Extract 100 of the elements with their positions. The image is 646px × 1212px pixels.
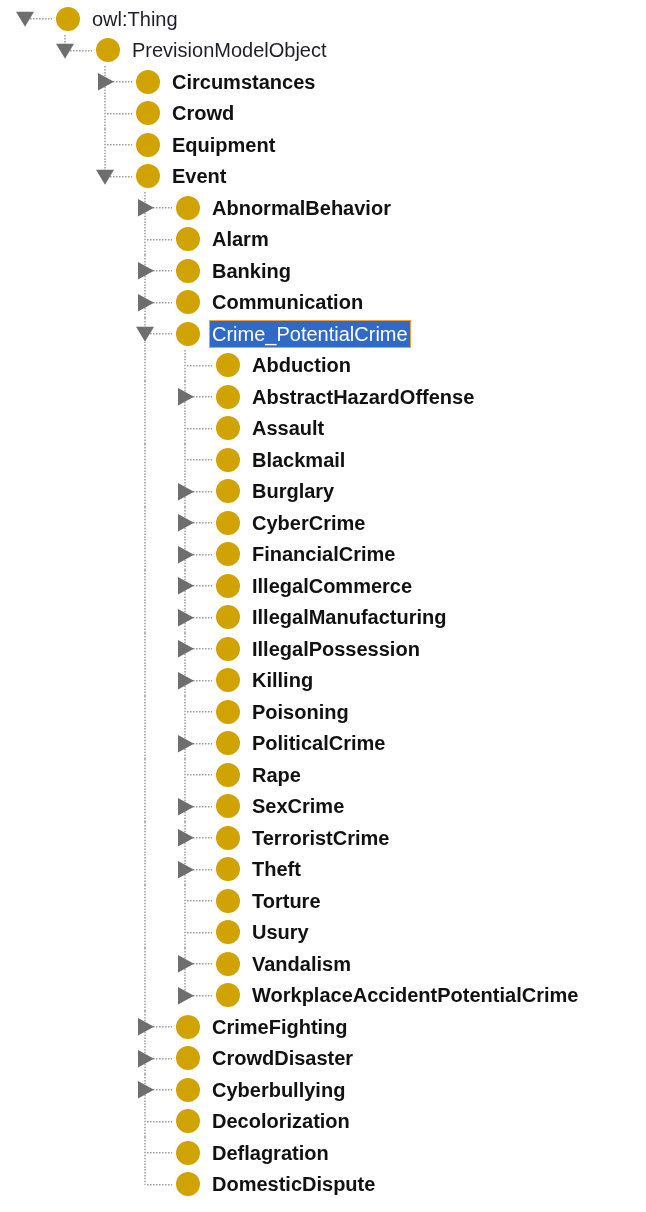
expand-toggle-icon[interactable] xyxy=(178,639,194,658)
class-tree-item[interactable]: Killing xyxy=(249,666,317,695)
class-icon xyxy=(176,195,200,220)
class-tree-item[interactable]: Crime_PotentialCrime xyxy=(209,319,411,348)
class-icon xyxy=(176,290,200,315)
class-icon xyxy=(216,699,240,724)
expand-toggle-icon[interactable] xyxy=(98,72,114,91)
class-icon xyxy=(216,825,240,850)
class-tree-item[interactable]: Alarm xyxy=(209,225,272,254)
class-tree-item[interactable]: SexCrime xyxy=(249,792,348,821)
class-icon xyxy=(136,164,160,189)
class-tree-item[interactable]: Theft xyxy=(249,855,304,884)
class-tree-item[interactable]: Rape xyxy=(249,760,304,789)
class-tree-item[interactable]: CyberCrime xyxy=(249,508,369,537)
class-icon xyxy=(176,1109,200,1134)
class-icon xyxy=(136,132,160,157)
expand-toggle-icon[interactable] xyxy=(138,293,154,312)
class-icon xyxy=(216,605,240,630)
class-tree-item[interactable]: PrevisionModelObject xyxy=(129,36,330,65)
expand-toggle-icon[interactable] xyxy=(138,1017,154,1036)
collapse-toggle-icon[interactable] xyxy=(136,326,154,342)
class-tree-item[interactable]: CrimeFighting xyxy=(209,1012,351,1041)
class-tree-item[interactable]: Event xyxy=(169,162,230,191)
class-tree-item[interactable]: Abduction xyxy=(249,351,354,380)
class-tree-item[interactable]: WorkplaceAccidentPotentialCrime xyxy=(249,981,582,1010)
class-tree-item[interactable]: Torture xyxy=(249,886,324,915)
tree-connector-drawing xyxy=(144,633,213,665)
expand-toggle-icon[interactable] xyxy=(138,261,154,280)
tree-connector-drawing xyxy=(144,822,213,854)
tree-connector-drawing xyxy=(144,853,213,885)
tree-connector-drawing xyxy=(144,381,213,413)
tree-connector-drawing xyxy=(144,286,173,318)
expand-toggle-icon[interactable] xyxy=(178,860,194,879)
expand-toggle-icon[interactable] xyxy=(178,828,194,847)
class-icon xyxy=(216,888,240,913)
class-icon xyxy=(216,447,240,472)
expand-toggle-icon[interactable] xyxy=(178,954,194,973)
class-icon xyxy=(216,983,240,1008)
expand-toggle-icon[interactable] xyxy=(138,1080,154,1099)
class-tree-item[interactable]: CrowdDisaster xyxy=(209,1044,357,1073)
tree-connector-drawing xyxy=(104,66,133,98)
class-tree-item[interactable]: Burglary xyxy=(249,477,338,506)
class-icon xyxy=(56,6,80,31)
class-tree-item[interactable]: PoliticalCrime xyxy=(249,729,389,758)
class-icon xyxy=(216,384,240,409)
expand-toggle-icon[interactable] xyxy=(178,513,194,532)
tree-connector-drawing xyxy=(144,444,213,476)
tree-connector-drawing xyxy=(144,601,213,633)
expand-toggle-icon[interactable] xyxy=(178,482,194,501)
expand-toggle-icon[interactable] xyxy=(178,576,194,595)
class-icon xyxy=(176,227,200,252)
class-tree-item[interactable]: Crowd xyxy=(169,99,238,128)
class-tree-item[interactable]: Decolorization xyxy=(209,1107,353,1136)
class-icon xyxy=(216,857,240,882)
class-icon xyxy=(176,321,200,346)
expand-toggle-icon[interactable] xyxy=(178,671,194,690)
expand-toggle-icon[interactable] xyxy=(178,986,194,1005)
class-icon xyxy=(216,731,240,756)
class-tree-item[interactable]: Poisoning xyxy=(249,697,352,726)
class-icon xyxy=(176,1046,200,1071)
tree-connector-drawing xyxy=(144,790,213,822)
class-tree-item[interactable]: Circumstances xyxy=(169,67,319,96)
class-tree-item[interactable]: Deflagration xyxy=(209,1138,332,1167)
tree-connector-drawing xyxy=(144,192,173,224)
class-tree-item[interactable]: FinancialCrime xyxy=(249,540,399,569)
tree-connector-drawing xyxy=(144,1074,173,1106)
class-icon xyxy=(176,1140,200,1165)
expand-toggle-icon[interactable] xyxy=(178,545,194,564)
class-tree-item[interactable]: Vandalism xyxy=(249,949,354,978)
class-icon xyxy=(216,573,240,598)
expand-toggle-icon[interactable] xyxy=(138,1049,154,1068)
class-tree-item[interactable]: Assault xyxy=(249,414,328,443)
class-tree-item[interactable]: TerroristCrime xyxy=(249,823,393,852)
class-tree-item[interactable]: Blackmail xyxy=(249,445,349,474)
class-icon xyxy=(96,38,120,63)
expand-toggle-icon[interactable] xyxy=(178,608,194,627)
tree-connector-drawing xyxy=(144,916,213,948)
class-tree-item[interactable]: AbstractHazardOffense xyxy=(249,382,478,411)
collapse-toggle-icon[interactable] xyxy=(16,11,34,27)
expand-toggle-icon[interactable] xyxy=(178,797,194,816)
class-tree-item[interactable]: Equipment xyxy=(169,130,279,159)
class-tree-item[interactable]: IllegalManufacturing xyxy=(249,603,450,632)
expand-toggle-icon[interactable] xyxy=(178,387,194,406)
class-tree-item[interactable]: owl:Thing xyxy=(89,4,181,33)
class-icon xyxy=(216,794,240,819)
class-tree-item[interactable]: Cyberbullying xyxy=(209,1075,349,1104)
collapse-toggle-icon[interactable] xyxy=(96,169,114,185)
class-tree-item[interactable]: DomesticDispute xyxy=(209,1170,379,1199)
expand-toggle-icon[interactable] xyxy=(138,198,154,217)
class-icon xyxy=(176,258,200,283)
expand-toggle-icon[interactable] xyxy=(178,734,194,753)
class-tree-item[interactable]: AbnormalBehavior xyxy=(209,193,394,222)
collapse-toggle-icon[interactable] xyxy=(56,43,74,59)
class-tree-item[interactable]: Banking xyxy=(209,256,294,285)
class-tree-item[interactable]: IllegalCommerce xyxy=(249,571,416,600)
class-icon xyxy=(216,920,240,945)
class-icon xyxy=(216,416,240,441)
class-tree-item[interactable]: Communication xyxy=(209,288,367,317)
class-tree-item[interactable]: IllegalPossession xyxy=(249,634,423,663)
class-tree-item[interactable]: Usury xyxy=(249,918,312,947)
